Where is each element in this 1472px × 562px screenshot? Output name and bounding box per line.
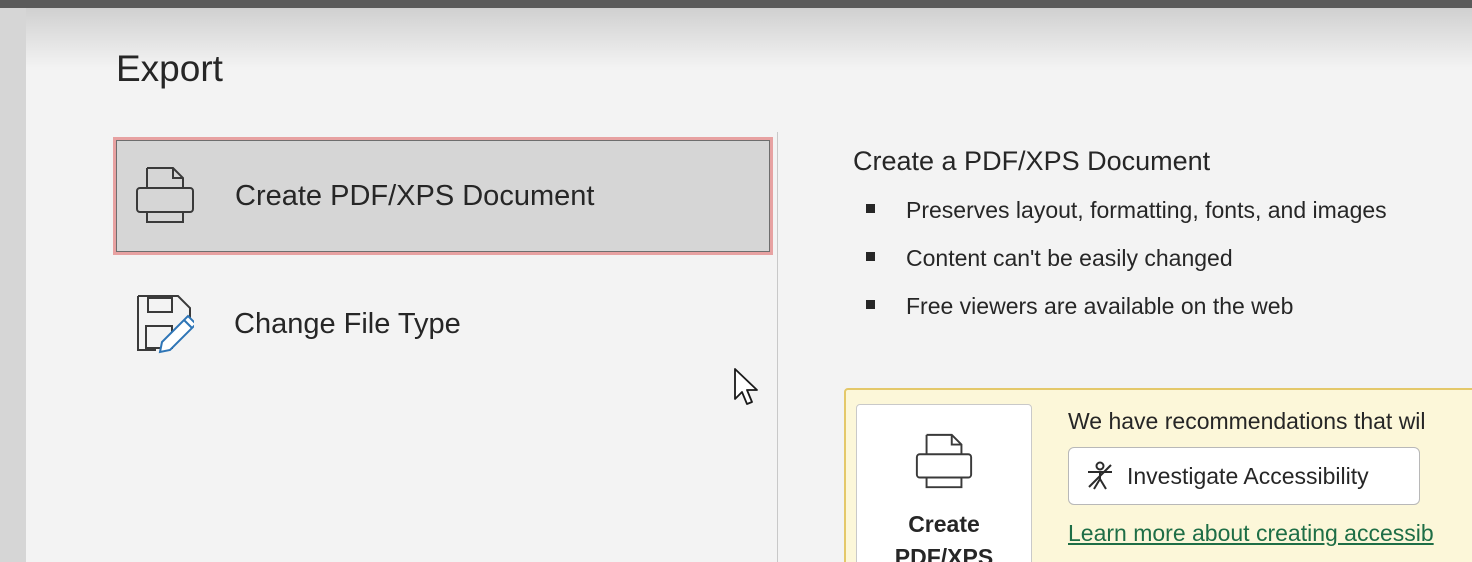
feature-list: Preserves layout, formatting, fonts, and…	[860, 192, 1387, 336]
bullet-icon	[866, 204, 875, 213]
pdf-document-icon	[135, 164, 195, 228]
header-shadow	[26, 8, 1472, 68]
create-pdf-xps-option[interactable]: Create PDF/XPS Document	[113, 137, 773, 255]
bullet-icon	[866, 252, 875, 261]
accessibility-icon	[1085, 461, 1115, 491]
pdf-document-icon	[914, 431, 974, 498]
investigate-accessibility-label: Investigate Accessibility	[1127, 462, 1369, 489]
bullet-icon	[866, 300, 875, 309]
option-label: Create PDF/XPS Document	[235, 179, 595, 212]
export-page: Export Create PDF/XPS Document Change Fi…	[0, 0, 1472, 562]
change-file-type-option[interactable]: Change File Type	[116, 268, 770, 380]
recommendation-text: We have recommendations that wil	[1068, 408, 1426, 434]
page-title: Export	[116, 48, 223, 89]
investigate-accessibility-button[interactable]: Investigate Accessibility	[1068, 447, 1420, 505]
mouse-cursor-icon	[733, 367, 761, 414]
create-pdf-xps-button[interactable]: Create PDF/XPS	[856, 404, 1032, 562]
learn-more-link[interactable]: Learn more about creating accessib	[1068, 520, 1434, 547]
list-item: Content can't be easily changed	[860, 240, 1387, 288]
list-item: Preserves layout, formatting, fonts, and…	[860, 192, 1387, 240]
list-item: Free viewers are available on the web	[860, 288, 1387, 336]
accessibility-recommendation-panel: Create PDF/XPS We have recommendations t…	[844, 388, 1472, 562]
option-label: Change File Type	[234, 307, 461, 340]
detail-heading: Create a PDF/XPS Document	[853, 146, 1211, 176]
window-top-strip	[0, 0, 1472, 8]
change-file-type-icon	[134, 292, 194, 356]
create-pdf-xps-button-label: Create PDF/XPS	[894, 511, 994, 562]
backstage-nav-edge	[0, 8, 26, 562]
export-options-list: Create PDF/XPS Document Change File Type	[110, 132, 778, 562]
